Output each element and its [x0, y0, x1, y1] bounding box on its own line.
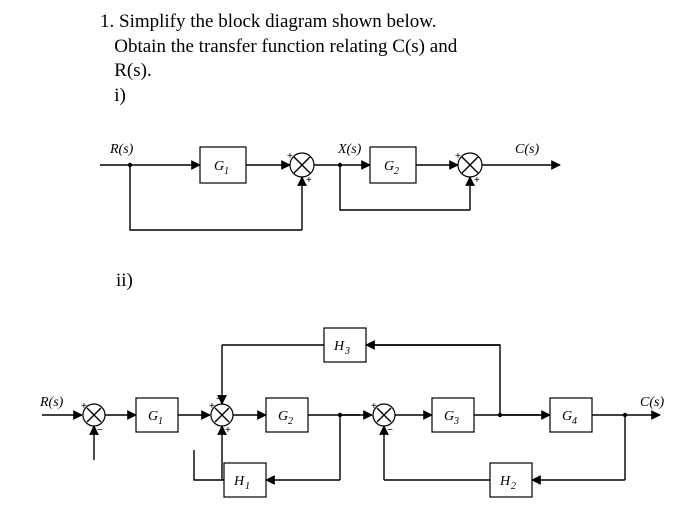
d2-sumB-plus2: +: [225, 425, 231, 436]
d2-wire-H1-left: [194, 450, 224, 480]
d2-H1s: 1: [245, 481, 250, 492]
d2-H3s: 3: [344, 346, 350, 357]
d2-G3s: 3: [453, 416, 459, 427]
problem-line1: Simplify the block diagram shown below.: [119, 11, 437, 32]
problem-line3: R(s).: [114, 60, 151, 81]
d2-label-R: R(s): [40, 395, 64, 410]
label-R: R(s): [109, 142, 134, 157]
d2-H1: H: [233, 474, 245, 489]
label-X: X(s): [337, 142, 362, 157]
d2-G4s: 4: [572, 416, 577, 427]
d2-G2: G: [278, 409, 288, 424]
d2-sumC-minus: −: [387, 425, 393, 436]
label-C: C(s): [515, 142, 539, 157]
sum1-sign-left: +: [287, 151, 293, 162]
sum2-sign-bot: +: [474, 175, 480, 186]
d2-H2s: 2: [511, 481, 516, 492]
diagram-i: R(s) G 1 + + X(s) G 2 + + C(s): [80, 135, 600, 260]
d2-label-C: C(s): [640, 395, 664, 410]
d2-G1: G: [148, 409, 158, 424]
problem-statement: 1. Simplify the block diagram shown belo…: [100, 10, 457, 109]
part-ii-label: ii): [116, 270, 133, 292]
part-i-label: i): [114, 85, 126, 106]
sum1-sign-bot: +: [306, 175, 312, 186]
problem-number: 1.: [100, 11, 114, 32]
block-G1-label: G: [214, 159, 224, 174]
d2-G2s: 2: [288, 416, 293, 427]
d2-sumA-minus: −: [97, 425, 103, 436]
block-G2-sub: 2: [394, 166, 399, 177]
d2-sumB-plus: +: [209, 401, 215, 412]
d2-G1s: 1: [158, 416, 163, 427]
d2-sumC-plus: +: [371, 401, 377, 412]
d2-H3: H: [333, 339, 345, 354]
diagram-ii: R(s) + − G 1 + + − G 2 + − G 3 G 4 C(s) …: [40, 320, 680, 510]
d2-G4: G: [562, 409, 572, 424]
problem-line2: Obtain the transfer function relating C(…: [114, 36, 457, 57]
sum2-sign-left: +: [455, 151, 461, 162]
block-G1-sub: 1: [224, 166, 229, 177]
d2-H2: H: [499, 474, 511, 489]
d2-G3: G: [444, 409, 454, 424]
d2-sumB-minus: −: [216, 394, 222, 405]
block-G2-label: G: [384, 159, 394, 174]
d2-sumA-plus: +: [81, 401, 87, 412]
